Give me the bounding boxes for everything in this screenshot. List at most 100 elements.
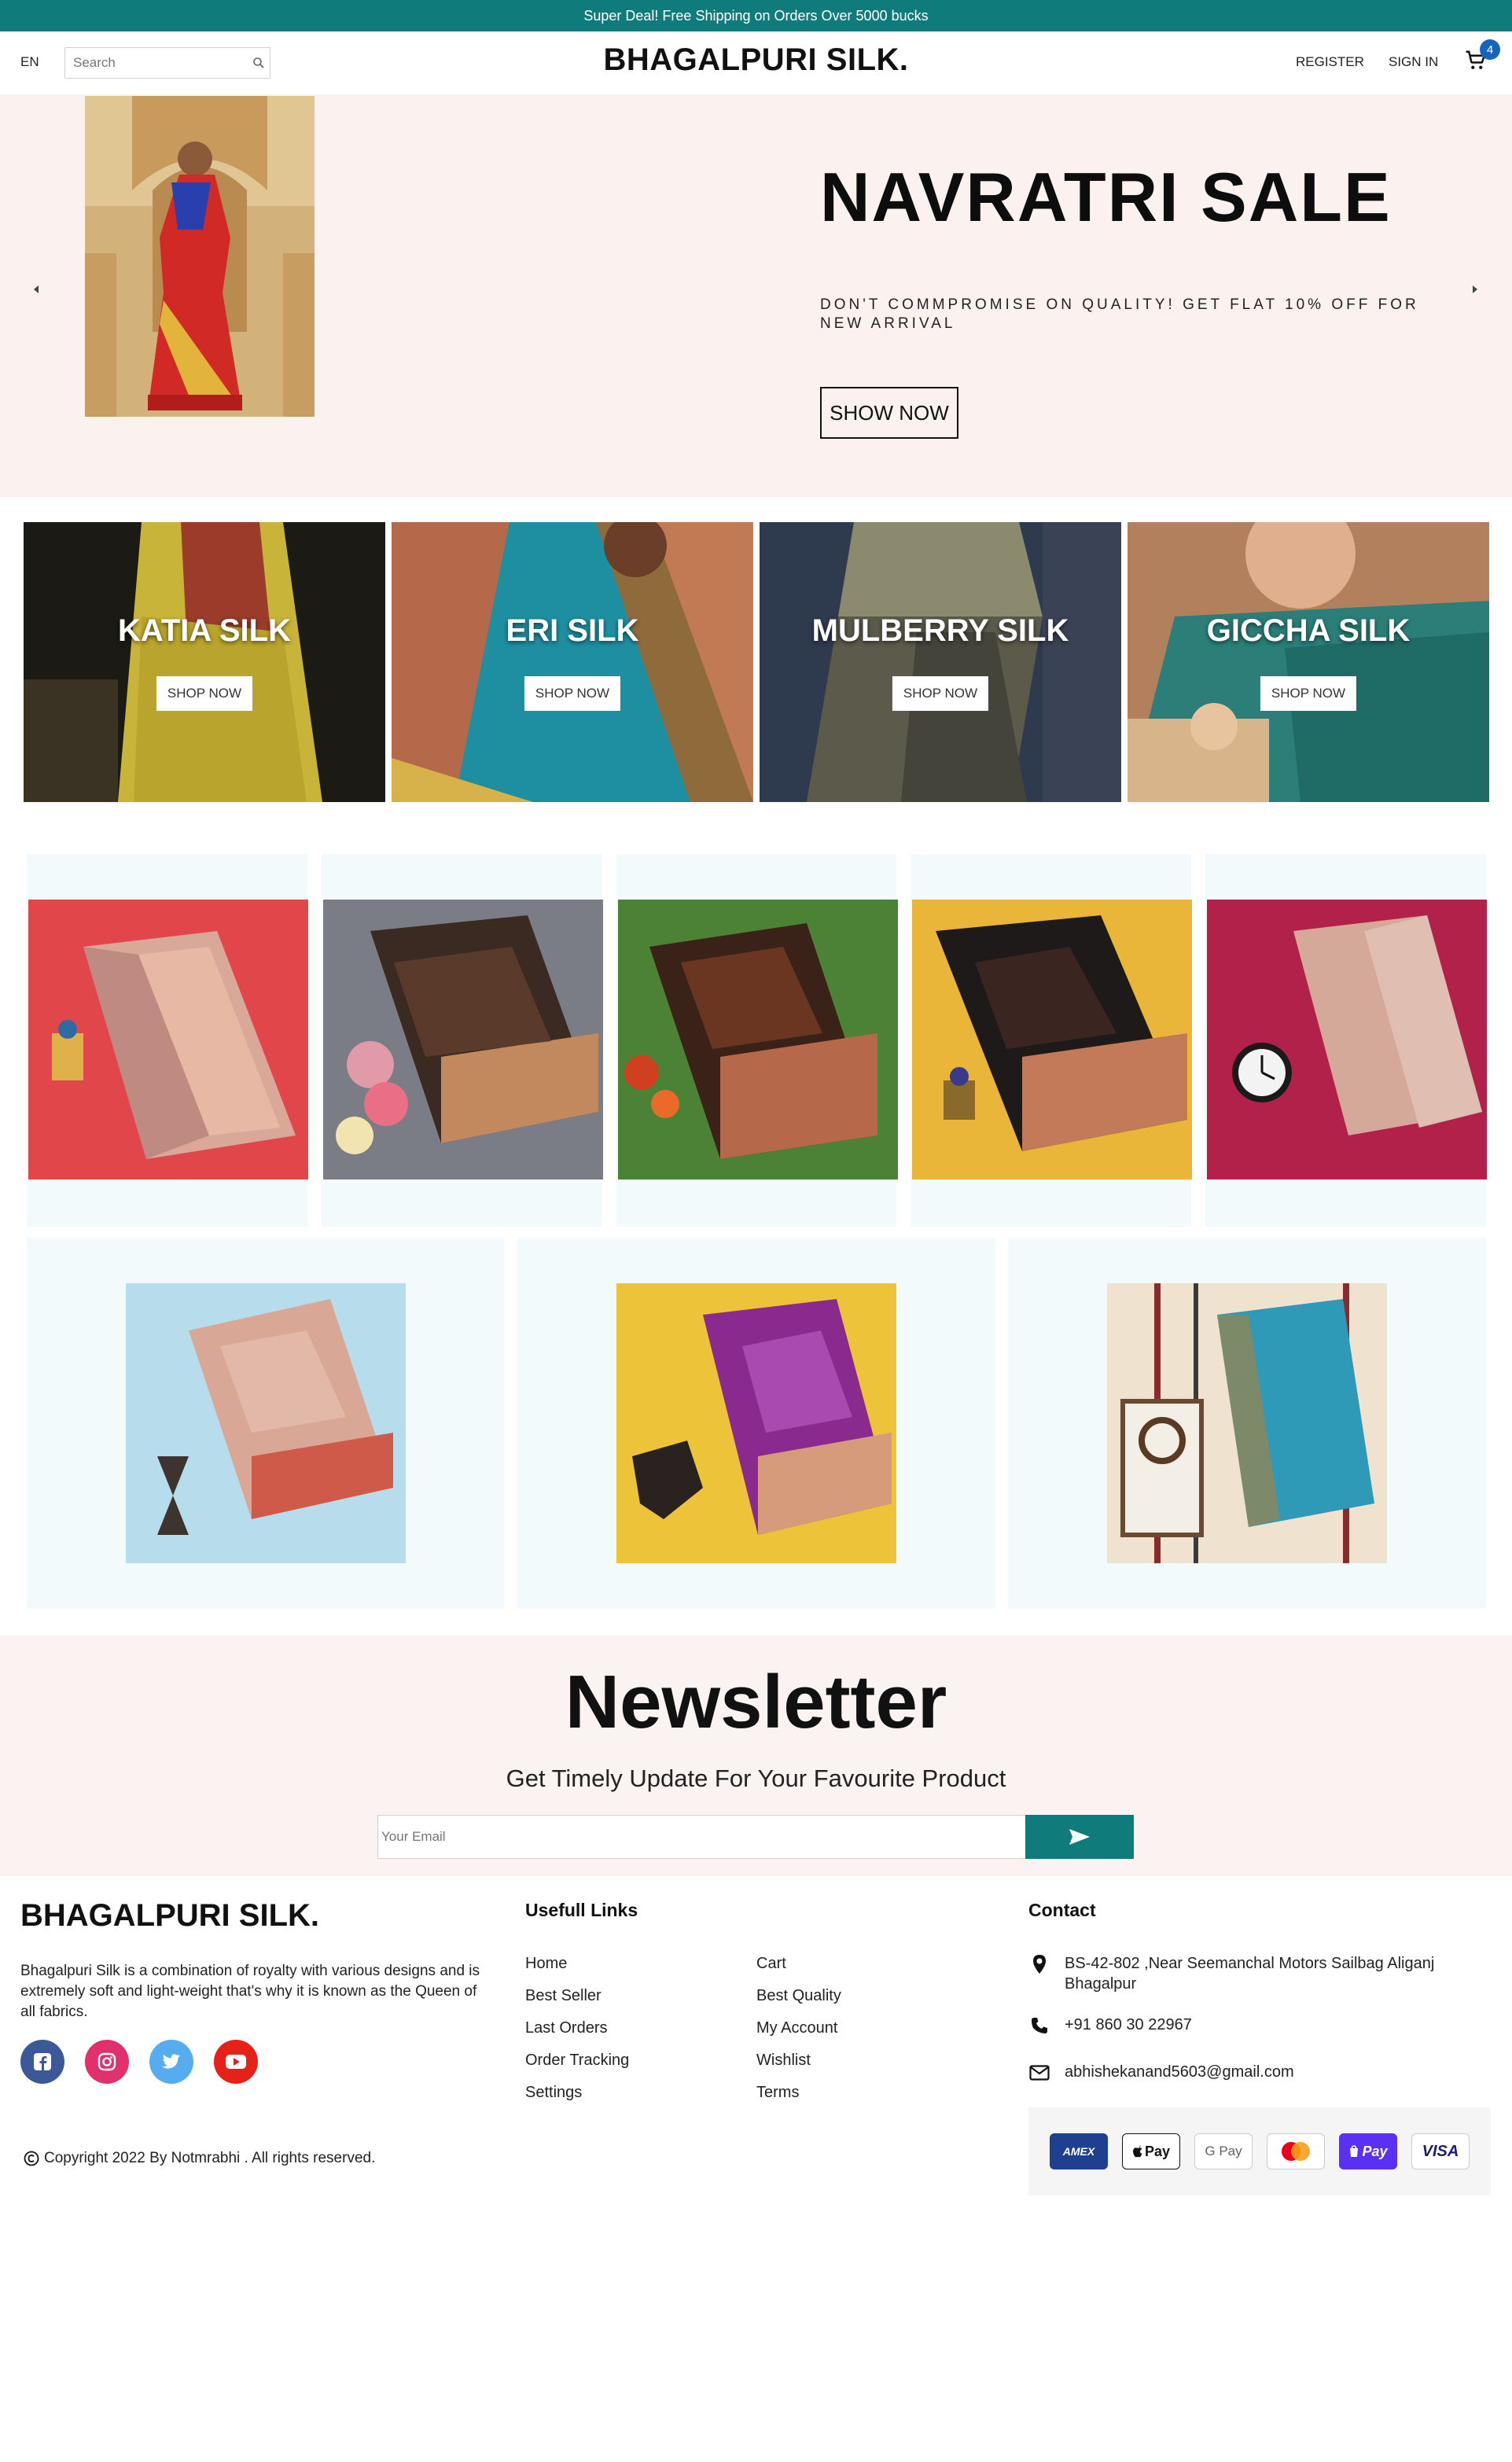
footer-link-wishlist[interactable]: Wishlist bbox=[756, 2052, 841, 2070]
contact-email-text[interactable]: abhishekanand5603@gmail.com bbox=[1065, 2062, 1294, 2082]
footer-description: Bhagalpuri Silk is a combination of roya… bbox=[20, 1963, 480, 2020]
footer-brand[interactable]: BHAGALPURI SILK. bbox=[20, 1898, 319, 1934]
useful-links-col-1: Home Best Seller Last Orders Order Track… bbox=[525, 1955, 629, 2102]
newsletter-submit-button[interactable] bbox=[1025, 1815, 1134, 1859]
language-selector[interactable]: EN bbox=[20, 54, 39, 70]
contact-phone-text[interactable]: +91 860 30 22967 bbox=[1065, 2015, 1192, 2035]
category-card-katia[interactable]: KATIA SILK SHOP NOW bbox=[24, 522, 385, 802]
instagram-icon[interactable] bbox=[85, 2040, 129, 2084]
product-card[interactable] bbox=[517, 1238, 995, 1609]
product-image[interactable] bbox=[322, 900, 603, 1179]
product-image[interactable] bbox=[1207, 900, 1488, 1179]
social-links bbox=[20, 2040, 258, 2084]
location-pin-icon bbox=[1028, 1953, 1050, 1975]
footer-link-best-quality[interactable]: Best Quality bbox=[756, 1987, 841, 2005]
product-card[interactable] bbox=[27, 854, 308, 1227]
useful-links-col-2: Cart Best Quality My Account Wishlist Te… bbox=[756, 1955, 841, 2102]
hero-image bbox=[85, 96, 315, 417]
copyright-text: Copyright 2022 By Notmrabhi . All rights… bbox=[44, 2150, 376, 2166]
category-shop-button[interactable]: SHOP NOW bbox=[892, 676, 989, 711]
hero-next-arrow[interactable] bbox=[1459, 274, 1491, 305]
product-image[interactable] bbox=[126, 1283, 406, 1563]
product-card[interactable] bbox=[27, 1238, 505, 1609]
search-input[interactable] bbox=[73, 55, 247, 71]
category-name: MULBERRY SILK bbox=[811, 613, 1069, 648]
amex-icon: AMEX bbox=[1050, 2133, 1108, 2169]
contact-address-text: BS-42-802 ,Near Seemanchal Motors Sailba… bbox=[1065, 1955, 1435, 1993]
newsletter-title: Newsletter bbox=[565, 1660, 947, 1744]
signin-link[interactable]: SIGN IN bbox=[1389, 54, 1438, 70]
brand-logo[interactable]: BHAGALPURI SILK. bbox=[604, 42, 909, 77]
visa-icon: VISA bbox=[1411, 2133, 1470, 2169]
hero-subtitle: DON'T COMMPROMISE ON QUALITY! GET FLAT 1… bbox=[820, 296, 1419, 332]
email-icon bbox=[1028, 2062, 1050, 2084]
product-card[interactable] bbox=[321, 854, 603, 1227]
copyright-icon bbox=[24, 2151, 39, 2166]
category-name: GICCHA SILK bbox=[1206, 613, 1411, 648]
footer-link-last-orders[interactable]: Last Orders bbox=[525, 2019, 629, 2037]
chevron-left-icon bbox=[34, 285, 39, 293]
shop-pay-icon: Pay bbox=[1339, 2133, 1397, 2169]
contact-address: BS-42-802 ,Near Seemanchal Motors Sailba… bbox=[1028, 1953, 1469, 1994]
cart-count-badge: 4 bbox=[1480, 39, 1500, 60]
contact-email: abhishekanand5603@gmail.com bbox=[1028, 2062, 1294, 2084]
category-name: KATIA SILK bbox=[118, 613, 291, 648]
product-card[interactable] bbox=[911, 854, 1193, 1227]
category-row: KATIA SILK SHOP NOW ERI SILK SHOP NOW MU… bbox=[24, 522, 1489, 802]
apple-pay-icon: Pay bbox=[1122, 2133, 1180, 2169]
contact-phone: +91 860 30 22967 bbox=[1028, 2015, 1192, 2037]
category-name: ERI SILK bbox=[506, 613, 639, 648]
category-shop-button[interactable]: SHOP NOW bbox=[524, 676, 621, 711]
payment-methods: AMEX Pay G Pay Pay VISA bbox=[1028, 2107, 1491, 2195]
promo-text: Super Deal! Free Shipping on Orders Over… bbox=[583, 7, 929, 24]
product-image[interactable] bbox=[616, 1283, 896, 1563]
hero-shop-button[interactable]: SHOW NOW bbox=[820, 387, 958, 439]
hero-prev-arrow[interactable] bbox=[20, 274, 52, 305]
register-link[interactable]: REGISTER bbox=[1296, 54, 1364, 70]
promo-bar: Super Deal! Free Shipping on Orders Over… bbox=[0, 0, 1512, 31]
send-icon bbox=[1069, 1829, 1090, 1845]
footer-link-my-account[interactable]: My Account bbox=[756, 2019, 841, 2037]
phone-icon bbox=[1028, 2015, 1050, 2037]
category-card-giccha[interactable]: GICCHA SILK SHOP NOW bbox=[1128, 522, 1489, 802]
newsletter-form bbox=[377, 1815, 1134, 1859]
twitter-icon[interactable] bbox=[149, 2040, 193, 2084]
copyright: Copyright 2022 By Notmrabhi . All rights… bbox=[24, 2150, 375, 2167]
facebook-icon[interactable] bbox=[20, 2040, 64, 2084]
contact-heading: Contact bbox=[1028, 1900, 1096, 1920]
product-grid-row-2 bbox=[27, 1238, 1486, 1609]
search-icon[interactable] bbox=[247, 57, 270, 69]
category-shop-button[interactable]: SHOP NOW bbox=[156, 676, 253, 711]
hero-banner: NAVRATRI SALE DON'T COMMPROMISE ON QUALI… bbox=[0, 94, 1512, 497]
category-card-eri[interactable]: ERI SILK SHOP NOW bbox=[392, 522, 753, 802]
footer-link-order-tracking[interactable]: Order Tracking bbox=[525, 2052, 629, 2070]
newsletter-email-input[interactable] bbox=[377, 1815, 1025, 1859]
product-image[interactable] bbox=[1107, 1283, 1387, 1563]
product-card[interactable] bbox=[1205, 854, 1488, 1227]
useful-links-heading: Usefull Links bbox=[525, 1900, 638, 1920]
footer-link-terms[interactable]: Terms bbox=[756, 2084, 841, 2102]
google-pay-icon: G Pay bbox=[1194, 2133, 1253, 2169]
mastercard-icon bbox=[1267, 2133, 1325, 2169]
site-header: EN BHAGALPURI SILK. REGISTER SIGN IN 4 bbox=[0, 31, 1512, 94]
newsletter-section: Newsletter Get Timely Update For Your Fa… bbox=[0, 1636, 1512, 1876]
footer-link-cart[interactable]: Cart bbox=[756, 1955, 841, 1973]
cart-button[interactable]: 4 bbox=[1464, 39, 1500, 75]
footer-link-best-seller[interactable]: Best Seller bbox=[525, 1987, 629, 2005]
product-card[interactable] bbox=[616, 854, 898, 1227]
product-image[interactable] bbox=[912, 900, 1193, 1179]
footer-link-home[interactable]: Home bbox=[525, 1955, 629, 1973]
youtube-icon[interactable] bbox=[214, 2040, 258, 2084]
footer-link-settings[interactable]: Settings bbox=[525, 2084, 629, 2102]
site-footer: BHAGALPURI SILK. Bhagalpuri Silk is a co… bbox=[0, 1876, 1512, 2206]
product-image[interactable] bbox=[617, 900, 898, 1179]
category-card-mulberry[interactable]: MULBERRY SILK SHOP NOW bbox=[760, 522, 1121, 802]
product-card[interactable] bbox=[1008, 1238, 1486, 1609]
newsletter-subtitle: Get Timely Update For Your Favourite Pro… bbox=[506, 1765, 1006, 1792]
product-image[interactable] bbox=[28, 900, 308, 1179]
category-shop-button[interactable]: SHOP NOW bbox=[1260, 676, 1357, 711]
search-box[interactable] bbox=[64, 47, 270, 79]
hero-title: NAVRATRI SALE bbox=[820, 158, 1392, 236]
product-grid-row-1 bbox=[27, 854, 1488, 1227]
chevron-right-icon bbox=[1473, 285, 1477, 293]
